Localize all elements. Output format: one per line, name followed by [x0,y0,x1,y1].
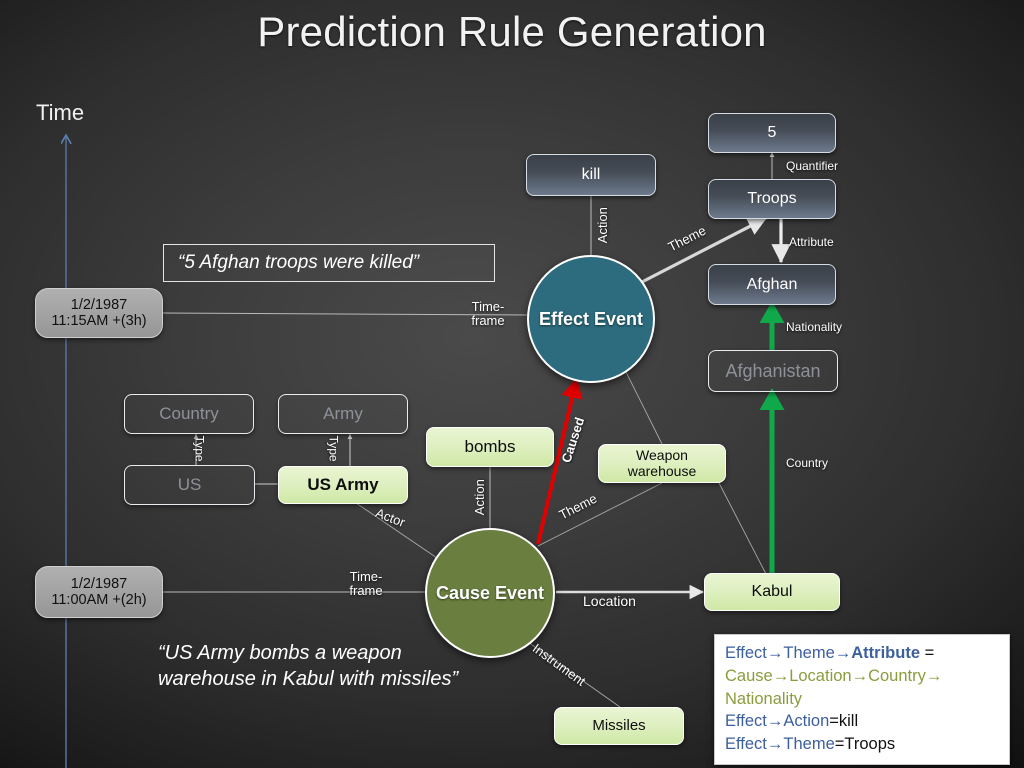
node-us-army[interactable]: US Army [278,466,408,504]
legend-l4-value: =kill [829,712,859,731]
legend-arrow-icon: → [766,644,784,662]
edge-label-theme-cause: Theme [556,490,600,523]
edge-label-quantifier: Quantifier [786,159,839,173]
node-us[interactable]: US [124,465,255,505]
legend-l2-b: Location [789,666,852,685]
cause-timestamp[interactable]: 1/2/1987 11:00AM +(2h) [35,566,163,618]
node-afghanistan[interactable]: Afghanistan [708,350,838,392]
legend-l4-a: Effect [725,712,767,731]
edge-label-theme-effect: Theme [665,222,709,255]
edge-label-location: Location [583,593,636,609]
node-five[interactable]: 5 [708,113,836,153]
legend-l2-c: Country [868,666,926,685]
effect-quote-text: “5 Afghan troops were killed” [178,252,420,273]
edge-label-type-us: Type [192,435,207,462]
legend-l1-b: Theme [783,644,835,662]
legend-line-4: Effect→Action=kill [725,710,999,733]
node-kill[interactable]: kill [526,154,656,196]
edge-label-action-effect: Action [594,207,610,244]
edge-label-nationality: Nationality [786,320,843,334]
cause-event-node[interactable]: Cause Event [425,528,555,658]
edge-label-timeframe-cause: Time- frame [349,569,383,599]
node-afghan[interactable]: Afghan [708,264,836,305]
edge-label-attribute: Attribute [789,235,834,249]
legend-l5-value: =Troops [834,735,896,754]
edge-label-caused: Caused [558,415,588,465]
legend-l1-a: Effect [725,644,767,662]
edge-weapon-kabul [717,480,767,575]
node-country-type[interactable]: Country [124,394,254,434]
legend-l5-b: Theme [783,735,835,754]
legend-l1-c: Attribute [851,644,920,662]
legend-arrow-icon: → [766,712,784,731]
legend-line-3: Nationality [725,688,999,711]
slide-canvas: Prediction Rule Generation Time “5 Afgha… [0,0,1024,768]
time-axis-label: Time [36,100,85,125]
legend-line-1: Effect→Theme→Attribute = [725,642,999,665]
legend-arrow-icon: → [834,644,852,662]
node-bombs[interactable]: bombs [426,427,554,467]
node-weapon-warehouse[interactable]: Weapon warehouse [598,444,726,483]
page-title: Prediction Rule Generation [257,8,767,55]
node-missiles[interactable]: Missiles [554,707,684,745]
edge-effect-weapon [624,369,663,445]
edge-label-country: Country [786,456,829,470]
legend-line-5: Effect→Theme=Troops [725,733,999,756]
legend-l4-b: Action [783,712,830,731]
legend-line-2: Cause→Location→Country→ [725,665,999,688]
legend-l3-a: Nationality [725,689,803,708]
node-kabul[interactable]: Kabul [704,573,840,611]
edge-label-instrument: Instrument [529,640,589,689]
cause-quote-text: “US Army bombs a weapon warehouse in Kab… [158,642,459,690]
edge-label-action-cause: Action [471,479,487,516]
legend-arrow-icon: → [766,735,784,754]
legend-l5-a: Effect [725,735,767,754]
legend-l2-a: Cause [725,666,773,685]
effect-quote-box: “5 Afghan troops were killed” [163,244,495,282]
legend-arrow-icon: → [851,666,869,685]
edge-theme-cause [537,482,663,547]
legend-arrow-icon: → [772,666,790,685]
legend-arrow-icon: → [925,666,943,685]
legend-box: Effect→Theme→Attribute = Cause→Location→… [714,634,1010,765]
edge-label-actor: Actor [373,505,408,530]
legend-l1-tail: = [920,644,935,662]
effect-timestamp[interactable]: 1/2/1987 11:15AM +(3h) [35,288,163,338]
node-troops[interactable]: Troops [708,179,836,219]
edge-label-timeframe-effect: Time- frame [471,299,505,329]
node-army-type[interactable]: Army [278,394,408,434]
edge-label-type-army: Type [326,435,341,462]
effect-event-node[interactable]: Effect Event [527,255,655,383]
